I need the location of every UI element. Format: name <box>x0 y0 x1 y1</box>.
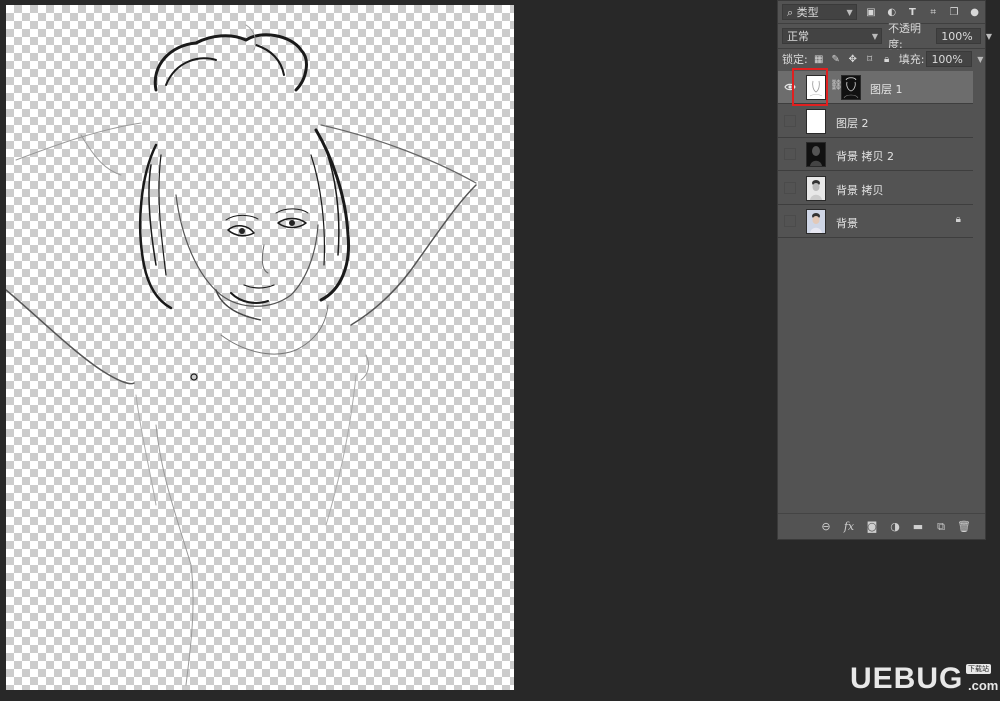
layer-thumbnail[interactable] <box>806 176 826 201</box>
fx-icon[interactable]: fx <box>842 520 856 534</box>
lock-label: 锁定: <box>782 53 808 66</box>
layer-filter-kind-dropdown[interactable]: ⌕ 类型 ▼ <box>782 4 857 20</box>
layer-row-5[interactable]: 背景 🔒︎ <box>778 205 973 238</box>
blend-mode-value: 正常 <box>787 30 809 43</box>
smart-object-filter-icon[interactable]: ❐ <box>948 6 961 19</box>
layer-name[interactable]: 图层 1 <box>870 81 903 97</box>
type-filter-icon[interactable]: T <box>906 6 919 19</box>
sketch-artwork <box>6 24 477 686</box>
layer-row-3[interactable]: 背景 拷贝 2 <box>778 138 973 171</box>
layers-panel-footer: ⊖ fx ◙ ◑ ▬ ⧉ 🗑︎ <box>778 513 985 539</box>
opacity-field[interactable]: 100% ▼ <box>936 28 992 44</box>
fill-label: 填充: <box>898 53 925 66</box>
lock-fill-bar: 锁定: ▦ ✎ ✥ ⌑ 🔒︎ 填充: 100% ▼ <box>778 49 985 69</box>
lock-transparent-icon[interactable]: ▦ <box>813 53 825 65</box>
divider <box>778 23 985 24</box>
group-folder-icon[interactable]: ▬ <box>911 520 925 534</box>
adjustment-layer-icon[interactable]: ◑ <box>888 520 902 534</box>
filter-kind-label: 类型 <box>796 6 819 19</box>
fill-field[interactable]: 100% ▼ <box>926 51 983 67</box>
layer-mask-thumbnail[interactable] <box>841 75 861 100</box>
visibility-toggle[interactable] <box>784 182 796 194</box>
watermark-badge: 下载站 <box>966 664 991 674</box>
layer-row-4[interactable]: 背景 拷贝 <box>778 172 973 205</box>
selection-highlight-box <box>792 68 828 106</box>
watermark-text: UEBUG <box>850 662 964 695</box>
visibility-toggle[interactable] <box>784 115 796 127</box>
lock-paint-icon[interactable]: ✎ <box>830 53 842 65</box>
document-canvas[interactable] <box>6 5 514 690</box>
watermark-logo: UEBUG 下载站 .com <box>850 660 1000 700</box>
filter-toggle-icon[interactable]: ● <box>968 6 981 19</box>
visibility-toggle[interactable] <box>784 148 796 160</box>
lock-all-icon[interactable]: 🔒︎ <box>881 53 893 65</box>
chevron-down-icon[interactable]: ▼ <box>986 29 992 45</box>
layer-thumbnail[interactable] <box>806 142 826 167</box>
watermark-dotcom: .com <box>968 678 999 693</box>
delete-layer-icon[interactable]: 🗑︎ <box>957 520 971 534</box>
fill-value: 100% <box>931 53 963 66</box>
layer-name[interactable]: 背景 <box>836 215 858 231</box>
lock-artboard-icon[interactable]: ⌑ <box>864 53 876 65</box>
add-mask-icon[interactable]: ◙ <box>865 520 879 534</box>
layer-thumbnail[interactable] <box>806 109 826 134</box>
shape-filter-icon[interactable]: ⌗ <box>927 6 940 19</box>
layer-name[interactable]: 背景 拷贝 2 <box>836 148 894 164</box>
chevron-down-icon: ▼ <box>846 8 853 17</box>
link-layers-icon[interactable]: ⊖ <box>819 520 833 534</box>
image-filter-icon[interactable]: ▣ <box>865 6 878 19</box>
opacity-value: 100% <box>941 30 973 43</box>
adjustment-filter-icon[interactable]: ◐ <box>885 6 898 19</box>
layer-row-2[interactable]: 图层 2 <box>778 105 973 138</box>
layers-panel: ⌕ 类型 ▼ ▣ ◐ T ⌗ ❐ ● 正常 ▼ 不透明度: 100% ▼ 锁定:… <box>777 0 992 540</box>
lock-position-icon[interactable]: ✥ <box>847 53 859 65</box>
chevron-down-icon: ▼ <box>871 32 879 41</box>
layer-name[interactable]: 图层 2 <box>836 115 869 131</box>
layer-name[interactable]: 背景 拷贝 <box>836 182 884 198</box>
blend-opacity-bar: 正常 ▼ 不透明度: 100% ▼ <box>778 22 992 51</box>
new-layer-icon[interactable]: ⧉ <box>934 520 948 534</box>
chevron-down-icon[interactable]: ▼ <box>977 52 983 68</box>
blend-mode-dropdown[interactable]: 正常 ▼ <box>782 28 883 44</box>
layer-filter-bar: ⌕ 类型 ▼ ▣ ◐ T ⌗ ❐ ● <box>778 1 985 23</box>
visibility-toggle[interactable] <box>784 215 796 227</box>
lock-icon: 🔒︎ <box>955 214 961 225</box>
layer-thumbnail[interactable] <box>806 209 826 234</box>
search-icon: ⌕ <box>787 6 794 19</box>
layer-row-1[interactable]: ⛓ 图层 1 <box>778 68 973 106</box>
